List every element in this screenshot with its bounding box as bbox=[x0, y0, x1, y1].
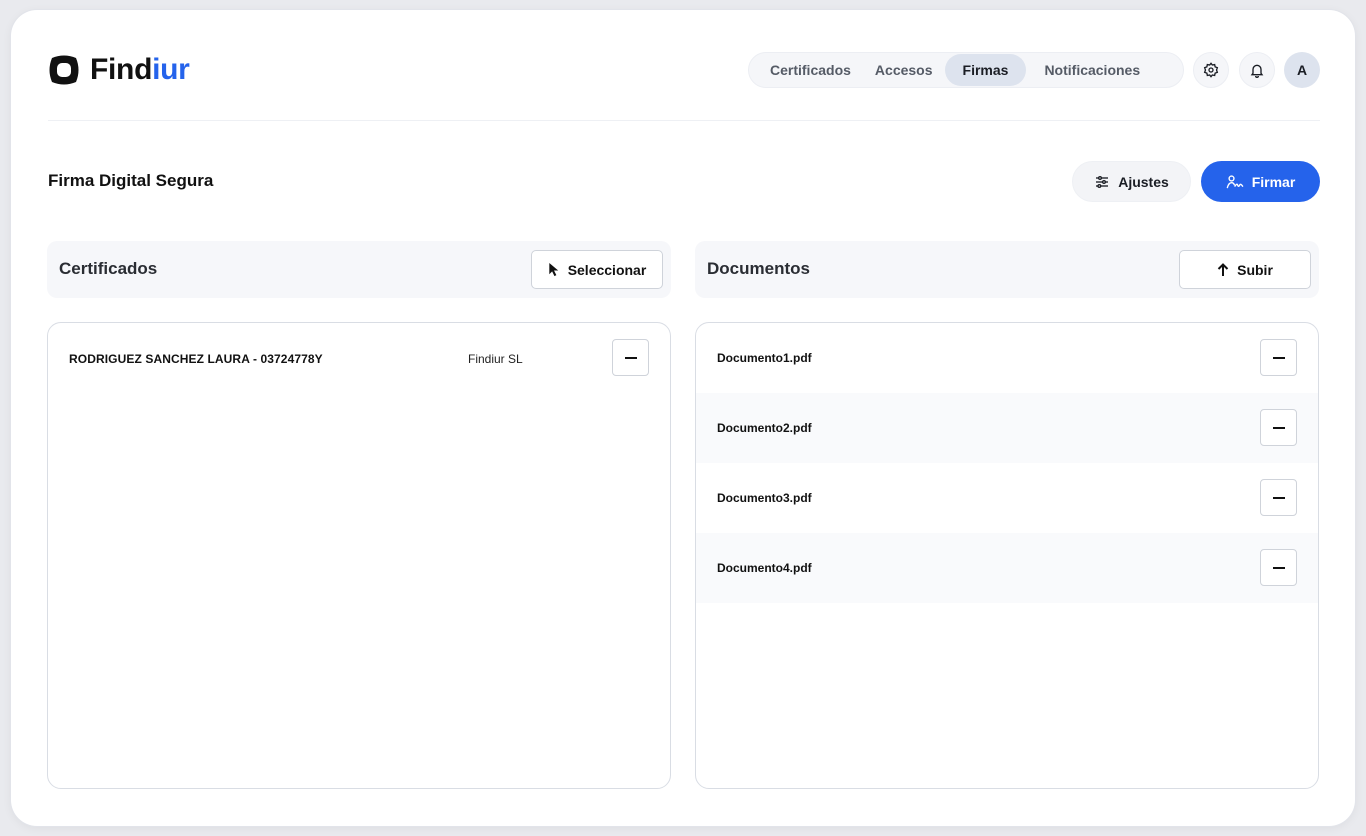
list-item: Documento3.pdf bbox=[696, 463, 1318, 533]
nav-item-firmas[interactable]: Firmas bbox=[944, 54, 1027, 86]
list-item: RODRIGUEZ SANCHEZ LAURA - 03724778Y Find… bbox=[48, 323, 670, 393]
brand-name: Findiur bbox=[90, 53, 190, 86]
document-name: Documento2.pdf bbox=[717, 421, 812, 435]
page-title: Firma Digital Segura bbox=[48, 171, 214, 190]
app-window: Findiur Certificados Accesos Firmas Noti… bbox=[11, 10, 1355, 826]
logo[interactable]: Findiur bbox=[48, 53, 190, 87]
document-name: Documento3.pdf bbox=[717, 491, 812, 505]
firmar-button[interactable]: Firmar bbox=[1201, 161, 1320, 202]
findiur-logo-icon bbox=[49, 55, 79, 85]
remove-document-button[interactable] bbox=[1260, 549, 1297, 586]
firmar-label: Firmar bbox=[1251, 173, 1296, 190]
ajustes-label: Ajustes bbox=[1118, 173, 1169, 190]
certificados-list: RODRIGUEZ SANCHEZ LAURA - 03724778Y Find… bbox=[47, 322, 671, 789]
seleccionar-button[interactable]: Seleccionar bbox=[531, 250, 663, 289]
document-name: Documento4.pdf bbox=[717, 561, 812, 575]
seleccionar-label: Seleccionar bbox=[567, 261, 647, 278]
settings-button[interactable] bbox=[1193, 52, 1229, 88]
remove-document-button[interactable] bbox=[1260, 479, 1297, 516]
list-item: Documento1.pdf bbox=[696, 323, 1318, 393]
cursor-icon bbox=[549, 262, 558, 277]
main-nav: Certificados Accesos Firmas Notificacion… bbox=[748, 52, 1184, 88]
certificados-header: Certificados Seleccionar bbox=[47, 241, 671, 298]
subir-label: Subir bbox=[1237, 261, 1273, 278]
ajustes-button[interactable]: Ajustes bbox=[1072, 161, 1191, 202]
documentos-header: Documentos Subir bbox=[695, 241, 1319, 298]
list-item: Documento2.pdf bbox=[696, 393, 1318, 463]
remove-certificate-button[interactable] bbox=[612, 339, 649, 376]
notifications-button[interactable] bbox=[1239, 52, 1275, 88]
documentos-title: Documentos bbox=[707, 259, 810, 278]
document-name: Documento1.pdf bbox=[717, 351, 812, 365]
signature-icon bbox=[1226, 174, 1244, 188]
sliders-icon bbox=[1096, 175, 1109, 188]
certificate-name: RODRIGUEZ SANCHEZ LAURA - 03724778Y bbox=[69, 352, 323, 366]
nav-item-certificados[interactable]: Certificados bbox=[758, 54, 863, 86]
remove-document-button[interactable] bbox=[1260, 409, 1297, 446]
documentos-list: Documento1.pdf Documento2.pdf Documento3… bbox=[695, 322, 1319, 789]
minus-icon bbox=[1272, 426, 1285, 429]
nav-item-notificaciones[interactable]: Notificaciones bbox=[1032, 54, 1152, 86]
gear-icon bbox=[1203, 62, 1219, 78]
minus-icon bbox=[1272, 496, 1285, 499]
certificados-title: Certificados bbox=[59, 259, 158, 278]
certificate-org: Findiur SL bbox=[468, 352, 523, 366]
minus-icon bbox=[1272, 356, 1285, 359]
header-divider bbox=[48, 120, 1320, 121]
arrow-up-icon bbox=[1217, 262, 1229, 276]
subir-button[interactable]: Subir bbox=[1179, 250, 1311, 289]
minus-icon bbox=[1272, 566, 1285, 569]
remove-document-button[interactable] bbox=[1260, 339, 1297, 376]
list-item: Documento4.pdf bbox=[696, 533, 1318, 603]
nav-item-accesos[interactable]: Accesos bbox=[863, 54, 945, 86]
bell-icon bbox=[1250, 64, 1264, 78]
minus-icon bbox=[624, 356, 637, 359]
avatar[interactable]: A bbox=[1284, 52, 1320, 88]
